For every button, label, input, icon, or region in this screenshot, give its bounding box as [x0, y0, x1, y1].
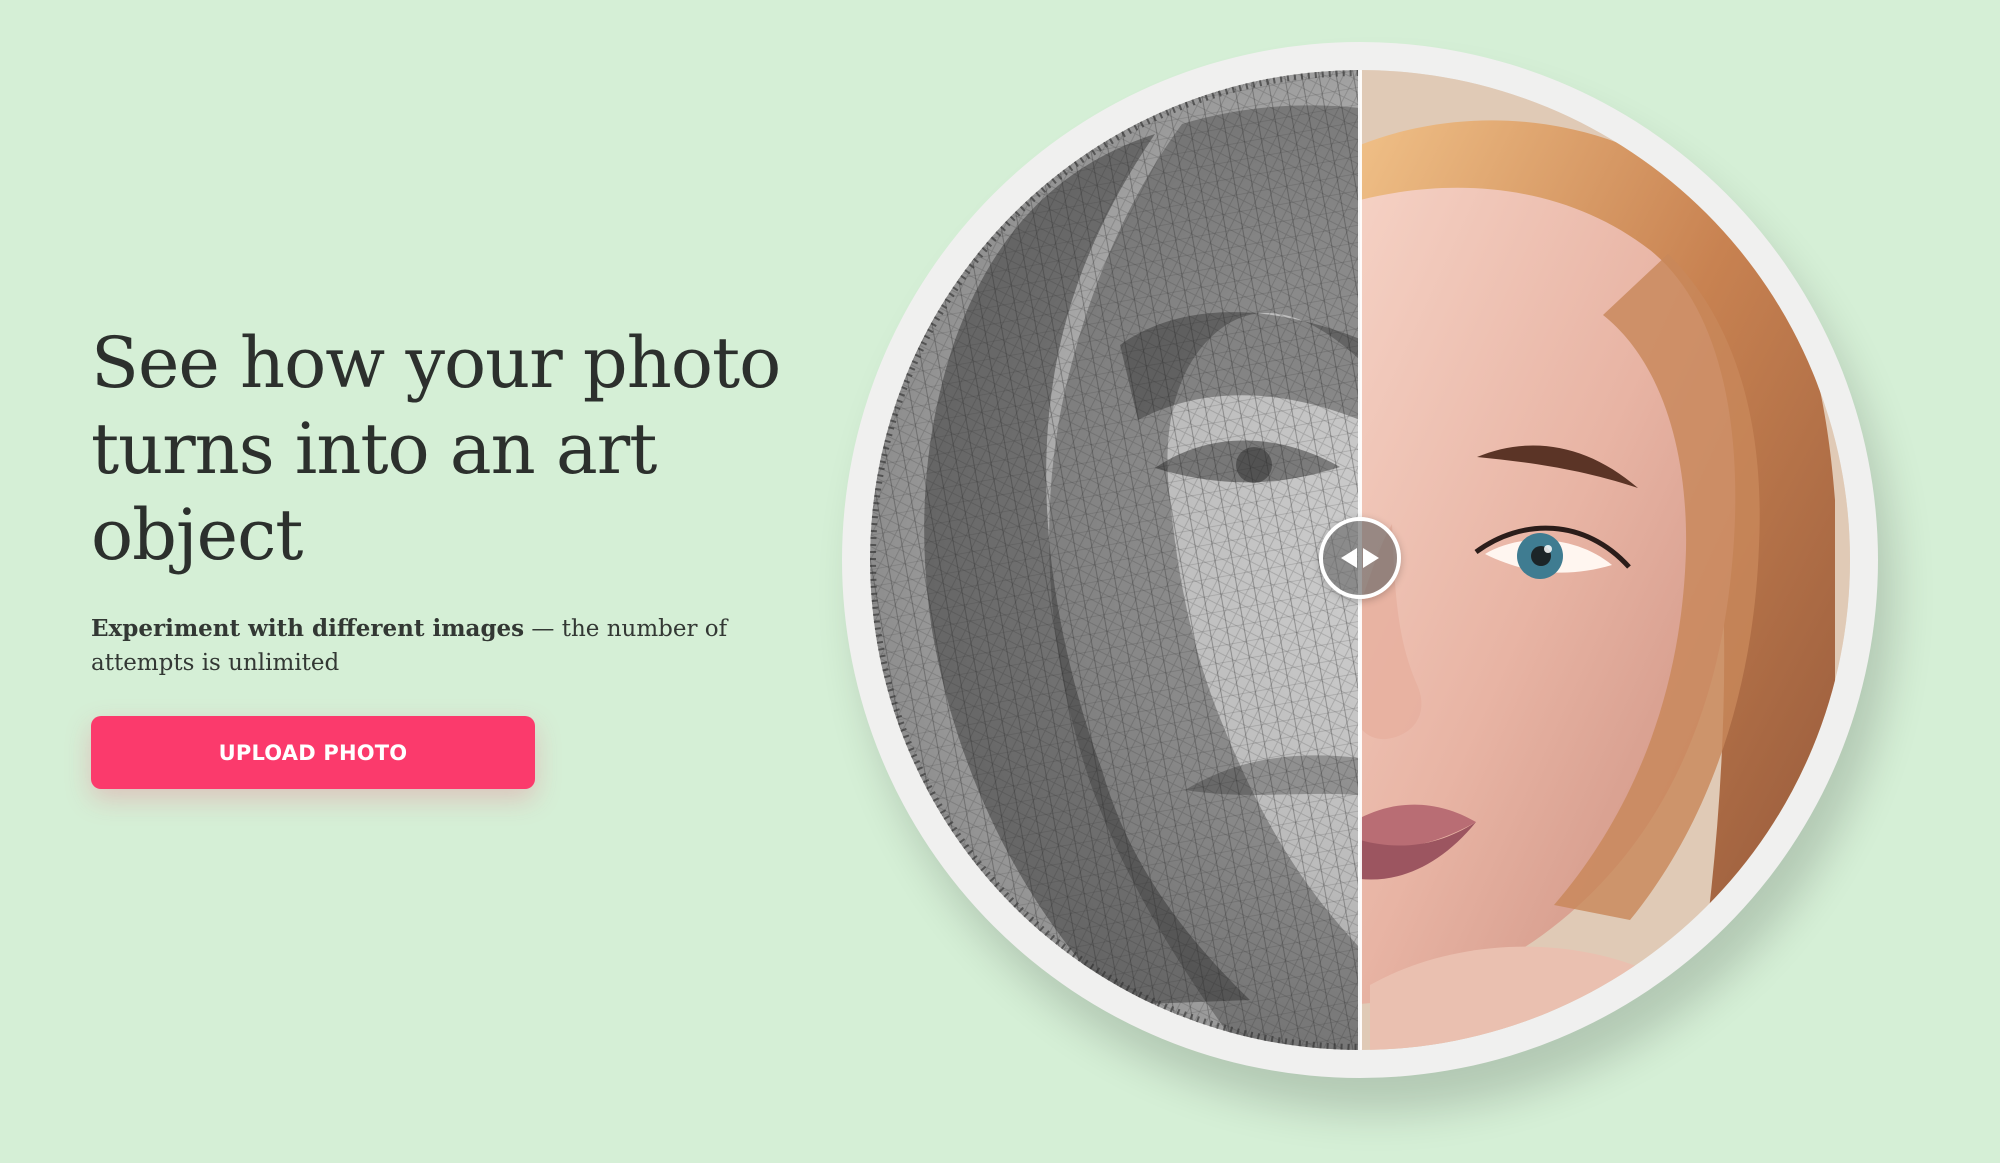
right-arrow-icon	[1363, 548, 1379, 568]
page-title-line-1: See how your photo	[91, 322, 781, 404]
comparison-slider-handle[interactable]	[1319, 517, 1401, 599]
original-photo-right-half	[1360, 70, 1850, 1050]
left-arrow-icon	[1341, 548, 1357, 568]
page-title: See how your photo turns into an art obj…	[91, 320, 811, 578]
hero-description: Experiment with different images — the n…	[91, 612, 811, 680]
page-title-line-2: turns into an art	[91, 408, 657, 490]
hero-description-emphasis: Experiment with different images	[91, 615, 525, 642]
upload-photo-button[interactable]: UPLOAD PHOTO	[91, 716, 535, 789]
hero-copy: See how your photo turns into an art obj…	[91, 320, 811, 680]
page-title-line-3: object	[91, 494, 303, 576]
